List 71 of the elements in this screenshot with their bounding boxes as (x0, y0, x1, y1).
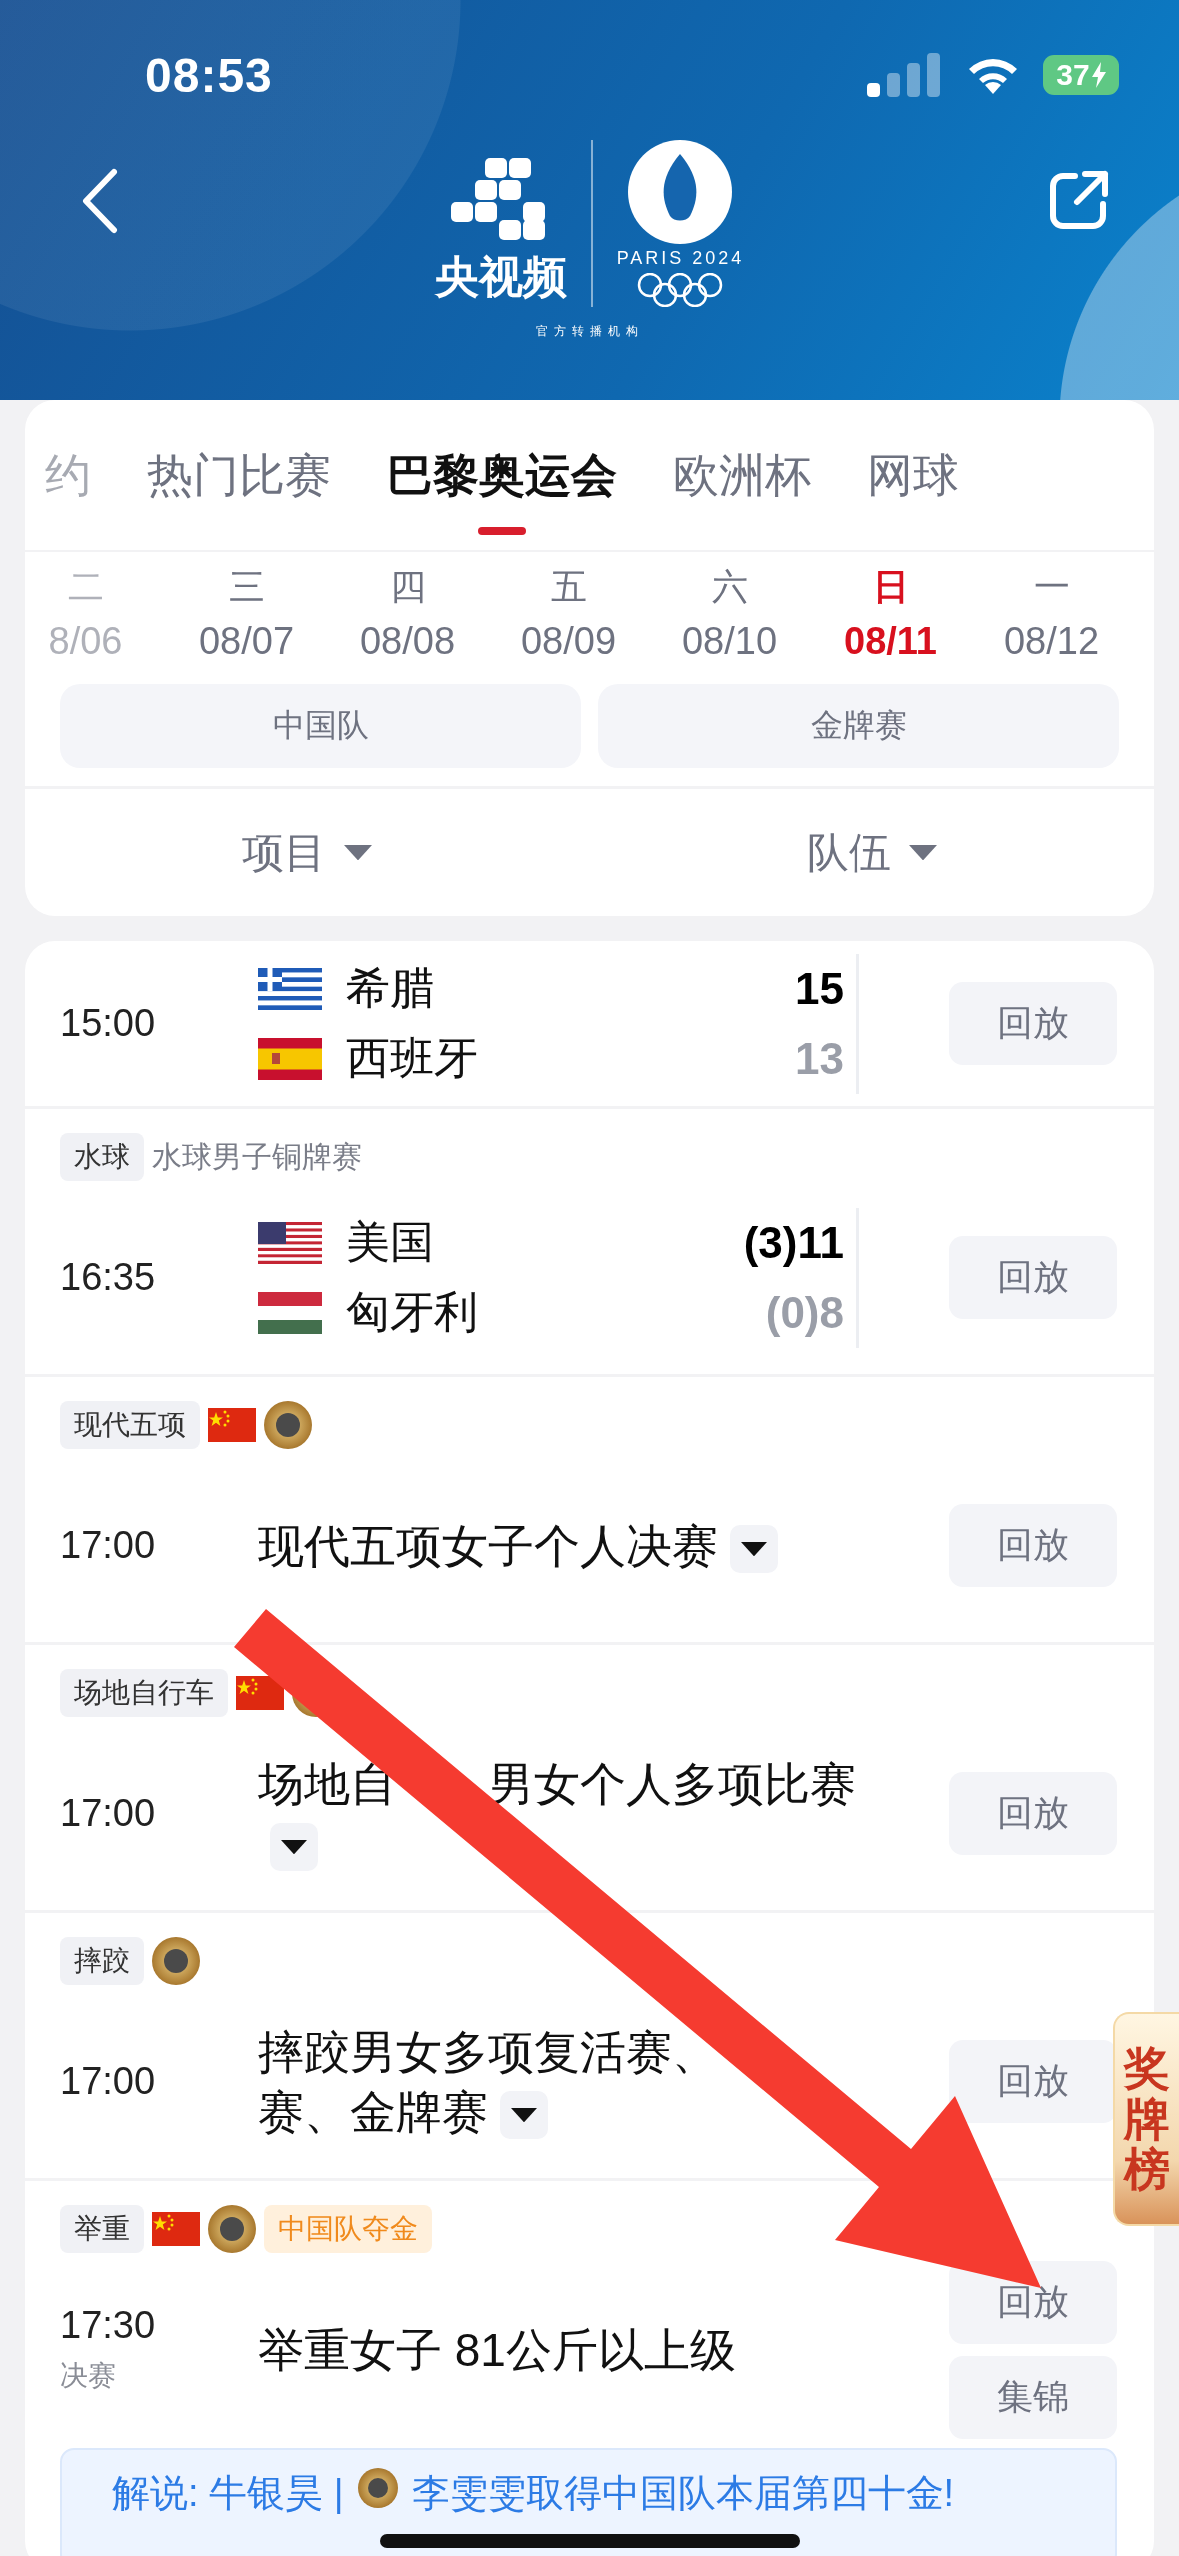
event-title: 男女个人多项比赛 (488, 1757, 856, 1810)
date-tab[interactable]: 三 08/07 (166, 562, 327, 664)
medal-table-tab[interactable]: 奖牌榜 (1113, 2012, 1179, 2226)
event-title: 赛、金牌赛 (258, 2085, 488, 2138)
flame-logo-icon (628, 140, 733, 244)
sport-tag: 摔跤 (60, 1937, 144, 1985)
sport-tag: 现代五项 (60, 1401, 200, 1449)
team-score: 15 (795, 963, 844, 1014)
match-time: 17:00 (60, 2060, 157, 2103)
status-time: 08:53 (145, 47, 273, 103)
dropdown-button[interactable]: 队伍 (589, 823, 1154, 882)
caret-icon (908, 844, 937, 861)
match-round: 决赛 (60, 2359, 117, 2393)
date-tab[interactable]: 五 08/09 (488, 562, 649, 664)
filter-button[interactable]: 中国队 (60, 684, 581, 768)
medal-icon (357, 2468, 398, 2508)
sport-tag: 场地自行车 (60, 1669, 228, 1717)
team-score: 13 (795, 1033, 844, 1084)
team-name: 希腊 (346, 962, 435, 1014)
team-score: (0)8 (765, 1287, 844, 1338)
headline-text: 李雯雯取得中国队本届第四十金! (411, 2471, 955, 2516)
team-name: 美国 (346, 1216, 435, 1268)
match-time: 17:30 (60, 2304, 157, 2347)
logo-caption: 官方转播机构 (535, 323, 644, 340)
match-time: 17:00 (60, 1524, 157, 1567)
tab[interactable]: 网球 (867, 445, 959, 535)
team-name: 西班牙 (346, 1032, 479, 1084)
event-name: PARIS 2024 (616, 248, 745, 269)
status-tag: 中国队夺金 (264, 2205, 432, 2253)
signal-icon (867, 53, 943, 97)
event-title: 举重女子 81公斤以上级 (258, 2323, 736, 2376)
replay-button[interactable]: 集锦 (949, 2355, 1117, 2439)
sport-tag: 水球 (60, 1133, 144, 1181)
date-tab[interactable]: 一 08/12 (971, 562, 1132, 664)
battery-indicator: 37 (1043, 55, 1119, 95)
tab[interactable]: 约 (45, 445, 91, 535)
match-time: 16:35 (60, 1256, 157, 1299)
share-button[interactable] (1047, 168, 1111, 232)
caret-icon (741, 1542, 767, 1557)
team-score: (3)11 (743, 1217, 844, 1268)
expand-button[interactable] (270, 1823, 318, 1872)
event-title: 现代五项女子个人决赛 (258, 1519, 718, 1572)
commentator-text: 解说: 牛银昊 | (112, 2471, 344, 2516)
replay-button[interactable]: 回放 (949, 1236, 1117, 1319)
expand-button[interactable] (730, 1525, 778, 1574)
replay-button[interactable]: 回放 (949, 1504, 1117, 1587)
expand-button[interactable] (500, 2091, 548, 2140)
match-time: 15:00 (60, 1002, 157, 1045)
caret-icon (281, 1840, 307, 1855)
tab[interactable]: 欧洲杯 (673, 445, 811, 535)
date-tab[interactable]: 日 08/11 (810, 562, 971, 664)
filter-button[interactable]: 金牌赛 (598, 684, 1119, 768)
replay-button[interactable]: 回放 (949, 982, 1117, 1065)
caret-icon (511, 2108, 537, 2123)
date-tab[interactable]: 六 08/10 (649, 562, 810, 664)
event-title: 场地自 (258, 1757, 396, 1810)
replay-button[interactable]: 回放 (949, 1772, 1117, 1855)
sport-tag: 举重 (60, 2205, 144, 2253)
date-tab[interactable]: 四 08/08 (327, 562, 488, 664)
match-time: 17:00 (60, 1792, 157, 1835)
event-title: 摔跤男女多项复活赛、 (258, 2025, 718, 2078)
tab[interactable]: 热门比赛 (147, 445, 331, 535)
back-button[interactable] (80, 168, 120, 234)
replay-button[interactable]: 回放 (949, 2260, 1117, 2344)
tab[interactable]: 巴黎奥运会 (387, 445, 617, 535)
brand-name: 央视频 (434, 251, 567, 303)
team-name: 匈牙利 (346, 1286, 479, 1338)
dropdown-button[interactable]: 项目 (25, 823, 590, 882)
match-label: 水球男子铜牌赛 (152, 1138, 362, 1175)
news-ticker[interactable]: 解说: 牛银昊 | 李雯雯取得中国队本届第四十金! (60, 2448, 1117, 2556)
caret-icon (344, 844, 373, 861)
